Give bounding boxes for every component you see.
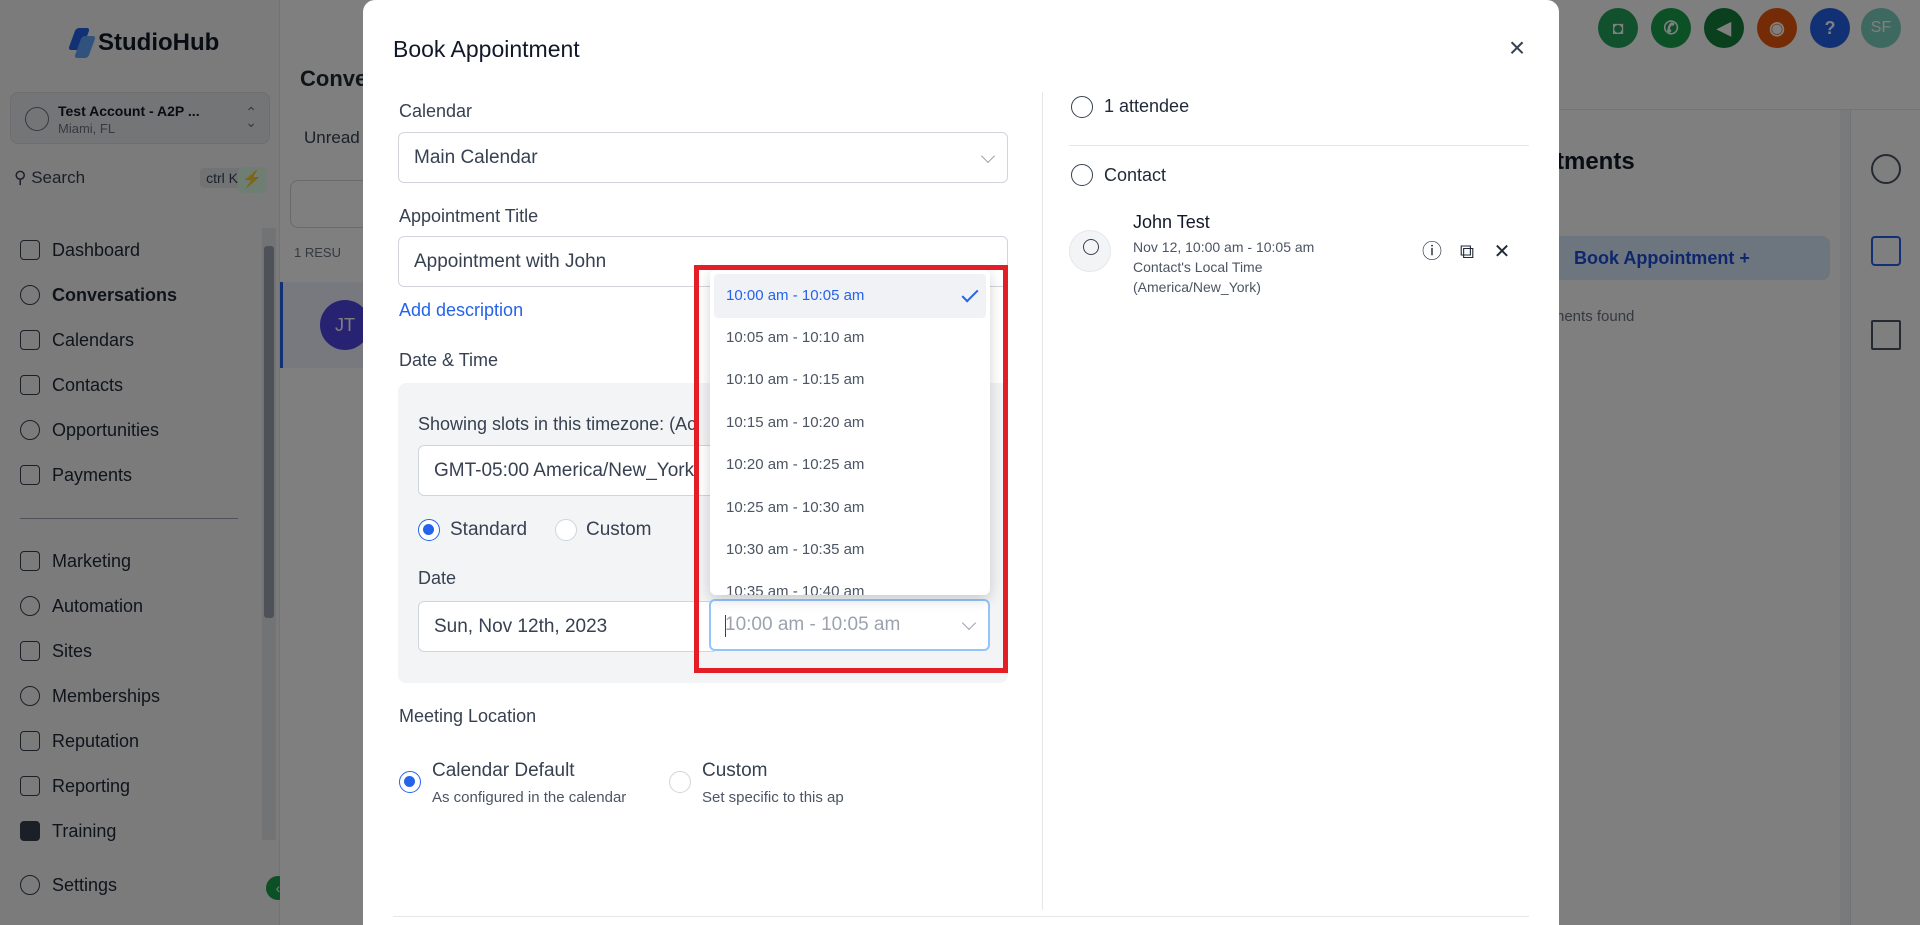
column-divider — [1042, 92, 1043, 910]
appointment-title-value: Appointment with John — [414, 250, 607, 272]
custom-location-description: Set specific to this ap — [702, 789, 844, 806]
contact-local-time-label: Contact's Local Time — [1133, 259, 1263, 275]
attendees-icon — [1071, 96, 1093, 118]
annotation-highlight-box — [694, 265, 1008, 673]
contact-avatar — [1069, 230, 1111, 272]
modal-title: Book Appointment — [393, 36, 580, 62]
custom-location-radio[interactable] — [669, 771, 691, 793]
chevron-down-icon — [980, 148, 996, 163]
contact-icon — [1071, 164, 1093, 186]
datetime-label: Date & Time — [399, 350, 499, 370]
date-picker[interactable]: Sun, Nov 12th, 2023 — [418, 601, 718, 652]
info-icon[interactable]: ⓘ — [1420, 240, 1444, 264]
book-appointment-modal: Book Appointment × Calendar Main Calenda… — [363, 0, 1559, 925]
timezone-value: GMT-05:00 America/New_York — [434, 459, 695, 481]
contact-name: John Test — [1133, 212, 1210, 232]
custom-label: Custom — [586, 519, 652, 540]
attendee-count: 1 attendee — [1104, 96, 1190, 116]
external-link-icon[interactable]: ⧉ — [1455, 240, 1479, 264]
date-value: Sun, Nov 12th, 2023 — [434, 615, 608, 637]
appointment-title-label: Appointment Title — [399, 206, 539, 226]
attendees-divider — [1069, 145, 1529, 146]
calendar-default-label: Calendar Default — [432, 760, 575, 781]
meeting-location-label: Meeting Location — [399, 706, 537, 726]
calendar-value: Main Calendar — [414, 146, 538, 168]
contact-appointment-time: Nov 12, 10:00 am - 10:05 am — [1133, 239, 1315, 255]
timezone-label: Showing slots in this timezone: (Ac — [418, 414, 697, 434]
standard-label: Standard — [450, 519, 528, 540]
close-icon[interactable]: × — [1505, 34, 1529, 62]
date-label: Date — [418, 568, 457, 588]
footer-divider — [393, 916, 1529, 917]
calendar-default-radio[interactable] — [399, 771, 421, 793]
contact-local-timezone: (America/New_York) — [1133, 279, 1261, 295]
calendar-label: Calendar — [399, 101, 473, 121]
custom-radio[interactable] — [555, 519, 577, 541]
contact-section-label: Contact — [1104, 165, 1167, 185]
remove-contact-icon[interactable]: ✕ — [1490, 240, 1514, 264]
add-description-link[interactable]: Add description — [399, 300, 523, 321]
calendar-select[interactable]: Main Calendar — [398, 132, 1008, 183]
custom-location-label: Custom — [702, 760, 768, 781]
calendar-default-description: As configured in the calendar — [432, 789, 627, 806]
standard-radio[interactable] — [418, 519, 440, 541]
timezone-select[interactable]: GMT-05:00 America/New_York — [418, 445, 723, 496]
